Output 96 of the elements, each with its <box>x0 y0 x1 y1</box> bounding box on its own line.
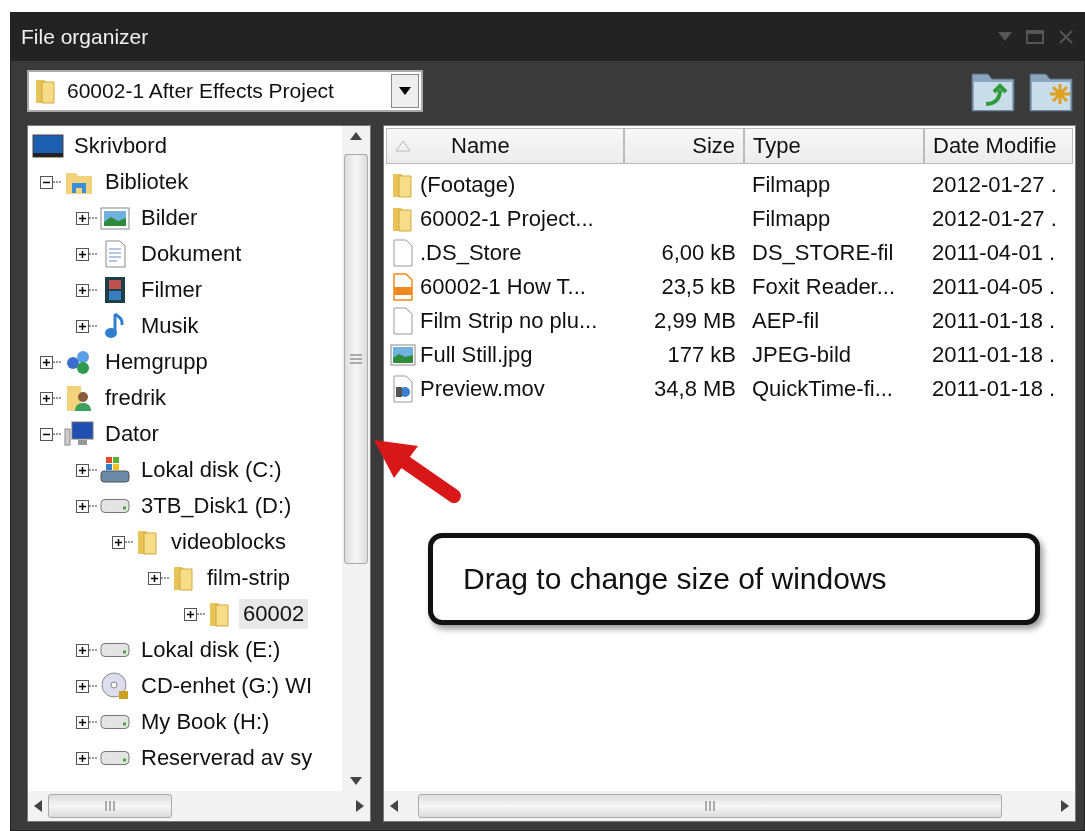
computer-icon <box>63 419 95 449</box>
scroll-right-icon[interactable] <box>1061 800 1069 812</box>
file-name[interactable]: .DS_Store <box>420 240 522 266</box>
file-name[interactable]: 60002-1 Project... <box>420 206 594 232</box>
expand-icon[interactable] <box>76 283 89 297</box>
file-type: Filmapp <box>751 206 832 232</box>
file-size: 23,5 kB <box>660 274 737 300</box>
file-icon <box>390 307 416 335</box>
expand-icon[interactable] <box>76 247 89 261</box>
file-size: 34,8 MB <box>653 376 737 402</box>
scrollbar-thumb[interactable] <box>48 794 172 818</box>
expand-icon[interactable] <box>76 679 89 693</box>
horizontal-scrollbar[interactable] <box>384 791 1075 821</box>
file-name[interactable]: (Footage) <box>420 172 516 198</box>
tree-item[interactable]: Filmer <box>137 275 207 305</box>
file-type: Foxit Reader... <box>751 274 897 300</box>
scroll-left-icon[interactable] <box>34 800 42 812</box>
expand-icon[interactable] <box>76 751 89 765</box>
tree-item[interactable]: fredrik <box>101 383 171 413</box>
expand-icon[interactable] <box>76 715 89 729</box>
image-file-icon <box>390 341 416 369</box>
tree-item[interactable]: Bilder <box>137 203 202 233</box>
tree-item[interactable]: Lokal disk (E:) <box>137 635 285 665</box>
tree-item[interactable]: 3TB_Disk1 (D:) <box>137 491 296 521</box>
file-icon <box>390 239 416 267</box>
file-size: 6,00 kB <box>660 240 737 266</box>
expand-icon[interactable] <box>40 355 53 369</box>
file-date: 2012-01-27 . <box>931 206 1058 232</box>
file-date: 2011-01-18 . <box>931 376 1057 402</box>
expand-icon[interactable] <box>76 463 89 477</box>
file-size: 177 kB <box>666 342 737 368</box>
pdf-file-icon <box>390 273 416 301</box>
window-title: File organizer <box>21 25 149 49</box>
file-date: 2011-04-01 . <box>931 240 1057 266</box>
expand-icon[interactable] <box>76 211 89 225</box>
caret-icon <box>399 87 411 95</box>
expand-icon[interactable] <box>112 535 125 549</box>
scroll-left-icon[interactable] <box>390 800 398 812</box>
scroll-down-icon[interactable] <box>350 777 362 785</box>
file-name[interactable]: 60002-1 How T... <box>420 274 586 300</box>
collapse-icon[interactable] <box>40 175 53 189</box>
tree-item[interactable]: videoblocks <box>167 527 290 557</box>
video-file-icon <box>390 375 416 403</box>
dropdown-button[interactable] <box>391 74 419 108</box>
collapse-icon[interactable] <box>40 427 53 441</box>
tree-item[interactable]: Reserverad av sy <box>137 743 317 773</box>
tree-item[interactable]: Bibliotek <box>101 167 193 197</box>
file-size: 2,99 MB <box>653 308 737 334</box>
column-header[interactable]: Type <box>744 128 924 164</box>
desktop-icon <box>32 131 64 161</box>
file-date: 2011-01-18 . <box>931 308 1057 334</box>
scroll-up-icon[interactable] <box>350 132 362 140</box>
tree-item[interactable]: 60002 <box>239 599 309 629</box>
tree-item[interactable]: Lokal disk (C:) <box>137 455 286 485</box>
scroll-right-icon[interactable] <box>356 800 364 812</box>
file-type: AEP-fil <box>751 308 821 334</box>
tree-item[interactable]: Skrivbord <box>70 131 171 161</box>
system-drive-icon <box>99 455 131 485</box>
drive-icon <box>99 642 131 658</box>
tree-item[interactable]: Hemgrupp <box>101 347 212 377</box>
file-date: 2011-01-18 . <box>931 342 1057 368</box>
tree-item[interactable]: film-strip <box>203 563 295 593</box>
file-type: DS_STORE-fil <box>751 240 895 266</box>
tree-item[interactable]: Musik <box>137 311 203 341</box>
tree-item[interactable]: Dokument <box>137 239 246 269</box>
drive-icon <box>99 750 131 766</box>
file-name[interactable]: Full Still.jpg <box>420 342 533 368</box>
file-name[interactable]: Film Strip no plu... <box>420 308 598 334</box>
location-dropdown[interactable]: 60002-1 After Effects Project <box>27 70 423 112</box>
file-name[interactable]: Preview.mov <box>420 376 545 402</box>
drive-icon <box>99 498 131 514</box>
file-type: Filmapp <box>751 172 832 198</box>
scrollbar-thumb[interactable] <box>418 794 1002 818</box>
expand-icon[interactable] <box>148 571 161 585</box>
horizontal-scrollbar[interactable] <box>28 791 370 821</box>
tree-item[interactable]: Dator <box>101 419 163 449</box>
vertical-scrollbar[interactable] <box>342 126 370 791</box>
expand-icon[interactable] <box>40 391 53 405</box>
file-type: QuickTime-fi... <box>751 376 894 402</box>
file-date: 2012-01-27 . <box>931 172 1058 198</box>
file-date: 2011-04-05 . <box>931 274 1057 300</box>
expand-icon[interactable] <box>76 319 89 333</box>
cd-drive-icon <box>99 671 131 701</box>
column-header[interactable]: Date Modifie <box>924 128 1073 164</box>
column-header[interactable]: Name <box>386 128 624 164</box>
scrollbar-thumb[interactable] <box>344 154 368 564</box>
sort-icon <box>395 140 411 152</box>
expand-icon[interactable] <box>184 607 197 621</box>
tree-item[interactable]: My Book (H:) <box>137 707 274 737</box>
column-header[interactable]: Size <box>624 128 744 164</box>
file-type: JPEG-bild <box>751 342 853 368</box>
expand-icon[interactable] <box>76 499 89 513</box>
drive-icon <box>99 714 131 730</box>
expand-icon[interactable] <box>76 643 89 657</box>
tree-item[interactable]: CD-enhet (G:) WI <box>137 671 317 701</box>
callout-text: Drag to change size of windows <box>463 562 887 596</box>
